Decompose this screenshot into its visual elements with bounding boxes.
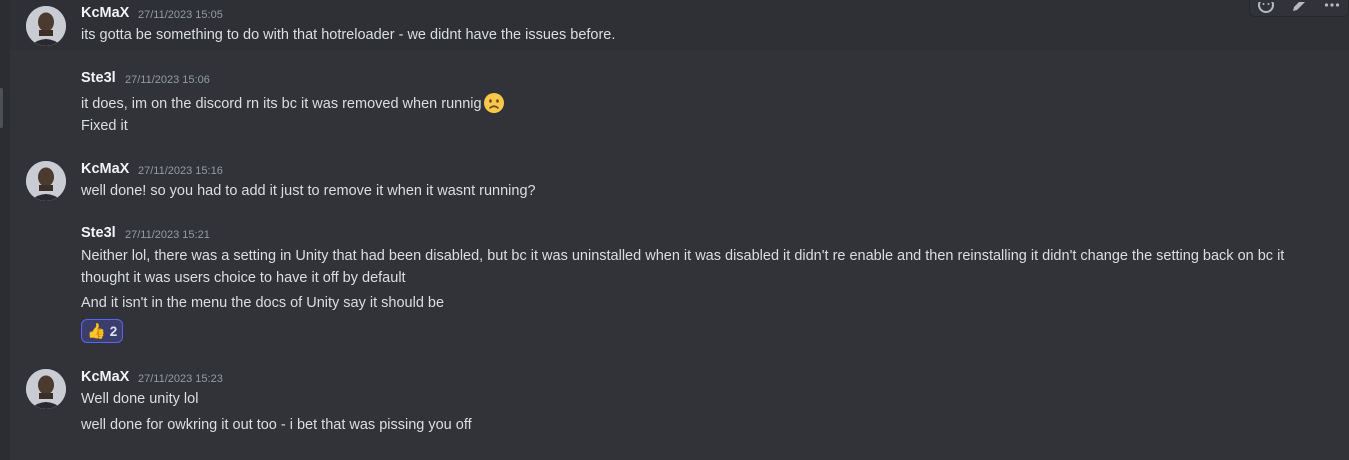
- message-text: Neither lol, there was a setting in Unit…: [81, 248, 1285, 286]
- message-timestamp[interactable]: 27/11/2023 15:05: [138, 9, 223, 21]
- message-text: its gotta be something to do with that h…: [81, 27, 616, 43]
- left-rail: [0, 0, 10, 460]
- edit-icon[interactable]: [1290, 2, 1308, 14]
- more-options-icon[interactable]: [1323, 2, 1341, 14]
- author-name[interactable]: KcMaX: [81, 161, 129, 177]
- message-text: well done! so you had to add it just to …: [81, 183, 536, 199]
- message-text-line: it does, im on the discord rn its bc it …: [81, 92, 505, 114]
- message-text: well done for owkring it out too - i bet…: [81, 417, 472, 433]
- message-text: Well done unity lol: [81, 391, 199, 407]
- message-group-2[interactable]: Ste3l 27/11/2023 15:06 it does, im on th…: [10, 60, 1349, 140]
- message-text: Fixed it: [81, 118, 128, 134]
- message-group-1[interactable]: KcMaX 27/11/2023 15:05 its gotta be some…: [10, 0, 1349, 50]
- avatar[interactable]: [26, 6, 66, 46]
- thumbs-up-icon: 👍: [87, 322, 106, 340]
- message-group-4[interactable]: Ste3l 27/11/2023 15:21 Neither lol, ther…: [10, 215, 1349, 350]
- message-toolbar: [1249, 0, 1349, 17]
- message-timestamp[interactable]: 27/11/2023 15:23: [138, 373, 223, 385]
- scroll-indicator: [0, 88, 3, 128]
- avatar[interactable]: [26, 161, 66, 201]
- avatar-image: [26, 6, 66, 46]
- chat-messages-panel: KcMaX 27/11/2023 15:05 its gotta be some…: [0, 0, 1349, 460]
- author-name[interactable]: Ste3l: [81, 70, 116, 86]
- message-timestamp[interactable]: 27/11/2023 15:21: [125, 229, 210, 241]
- message-timestamp[interactable]: 27/11/2023 15:16: [138, 165, 223, 177]
- message-group-5[interactable]: KcMaX 27/11/2023 15:23 Well done unity l…: [10, 358, 1349, 438]
- message-group-3[interactable]: KcMaX 27/11/2023 15:16 well done! so you…: [10, 150, 1349, 210]
- message-text: And it isn't in the menu the docs of Uni…: [81, 295, 445, 311]
- message-text: it does, im on the discord rn its bc it …: [81, 96, 482, 112]
- avatar[interactable]: [26, 369, 66, 409]
- author-name[interactable]: KcMaX: [81, 369, 129, 385]
- avatar-image: [26, 369, 66, 409]
- add-reaction-icon[interactable]: [1257, 2, 1275, 14]
- author-name[interactable]: Ste3l: [81, 225, 116, 241]
- author-name[interactable]: KcMaX: [81, 5, 129, 21]
- avatar-image: [26, 161, 66, 201]
- message-timestamp[interactable]: 27/11/2023 15:06: [125, 74, 210, 86]
- frowning-face-emoji[interactable]: [483, 92, 505, 114]
- reaction-thumbs-up[interactable]: 👍 2: [81, 319, 124, 343]
- reaction-count: 2: [109, 323, 118, 339]
